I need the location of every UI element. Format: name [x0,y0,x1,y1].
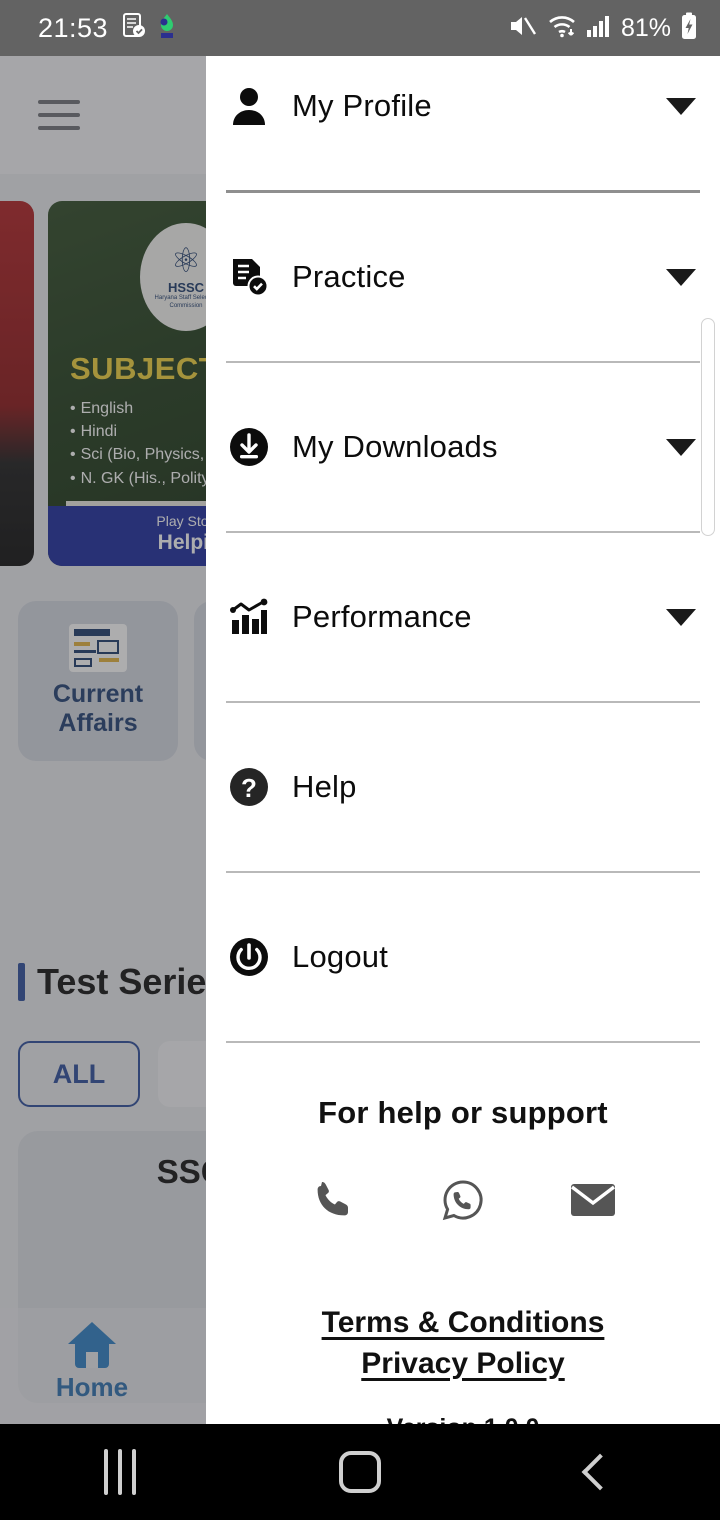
chevron-down-icon[interactable] [666,97,696,115]
drawer-menu: My Profile Practice My Downloads Perform… [206,56,720,1043]
chevron-down-icon[interactable] [666,438,696,456]
recents-button[interactable] [60,1442,180,1502]
support-icon-row [206,1173,720,1227]
menu-item-label: My Downloads [292,429,498,464]
menu-item-logout[interactable]: Logout [206,907,720,1007]
app-badge-icon [156,13,178,44]
menu-item-label: Help [292,769,357,804]
menu-item-label: Performance [292,599,472,634]
menu-item-practice[interactable]: Practice [206,227,720,327]
chevron-down-icon[interactable] [666,268,696,286]
menu-item-label: Practice [292,259,406,294]
note-check-icon [122,12,146,44]
menu-item-help[interactable]: ? Help [206,737,720,837]
battery-percent-label: 81% [620,13,671,42]
status-notification-icons [122,12,178,44]
navigation-drawer: My Profile Practice My Downloads Perform… [206,56,720,1424]
drawer-scrollbar[interactable] [701,318,715,536]
cellular-signal-icon [586,13,612,44]
bar-chart-icon [226,594,272,640]
support-title: For help or support [318,1095,608,1130]
divider [226,1041,700,1043]
status-system-icons: 81% [508,12,698,45]
menu-item-label: Logout [292,939,389,974]
email-icon[interactable] [566,1173,620,1227]
svg-text:?: ? [241,773,257,803]
wifi-icon [547,13,577,44]
menu-item-label: My Profile [292,88,432,123]
android-navigation-bar [0,1424,720,1520]
terms-and-conditions-link[interactable]: Terms & Conditions [206,1303,720,1344]
status-bar: 21:53 81% [0,0,720,56]
status-clock: 21:53 [38,12,109,43]
menu-item-my-downloads[interactable]: My Downloads [206,397,720,497]
phone-icon[interactable] [306,1173,360,1227]
whatsapp-icon[interactable] [436,1173,490,1227]
battery-charging-icon [680,12,698,45]
home-button[interactable] [300,1442,420,1502]
mute-icon [508,13,538,44]
chevron-down-icon[interactable] [666,608,696,626]
privacy-policy-link[interactable]: Privacy Policy [206,1344,720,1385]
person-icon [226,83,272,129]
back-button[interactable] [540,1442,660,1502]
download-circle-icon [226,424,272,470]
menu-item-my-profile[interactable]: My Profile [206,56,720,156]
menu-item-performance[interactable]: Performance [206,567,720,667]
question-circle-icon: ? [226,764,272,810]
legal-links: Terms & Conditions Privacy Policy [206,1303,720,1384]
power-icon [226,934,272,980]
phone-screen: ⚛ HSSC Haryana Staff Selection Commissio… [0,0,720,1520]
document-check-icon [226,254,272,300]
support-section: For help or support [206,1095,720,1227]
version-label: Version 1.0.0 [206,1414,720,1424]
